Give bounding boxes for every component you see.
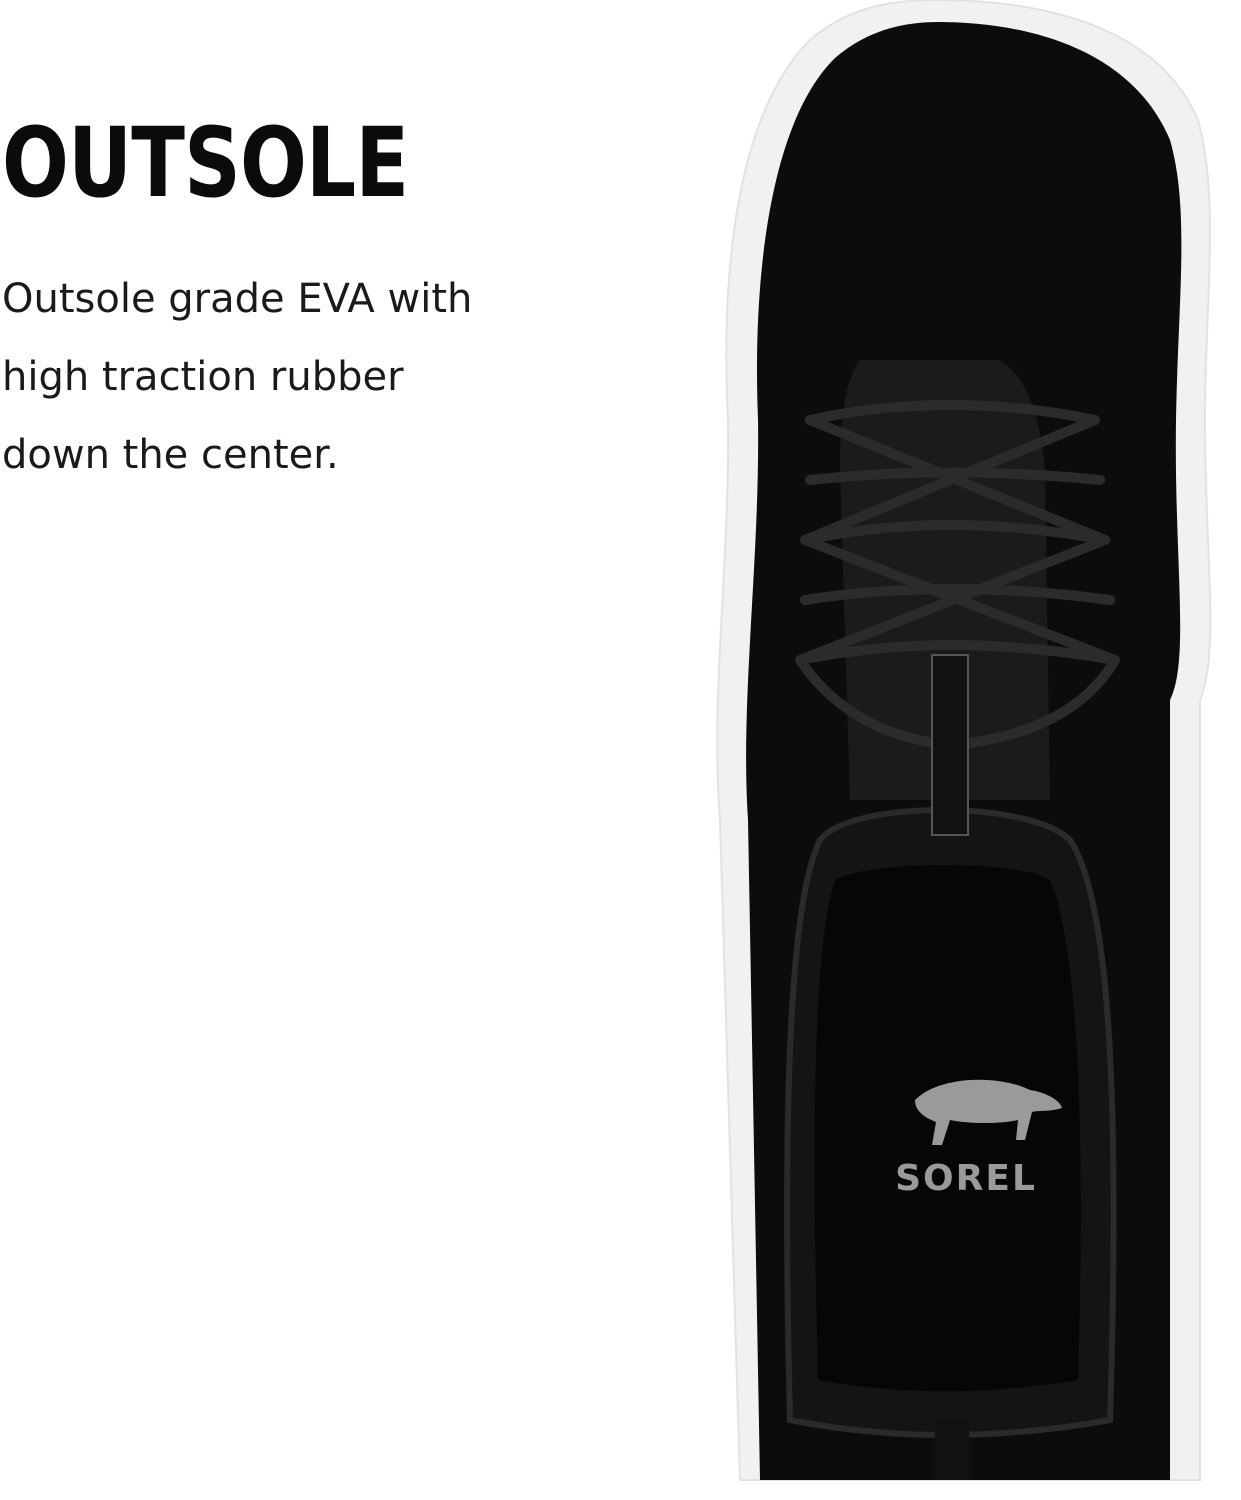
shoe-heel-tab xyxy=(935,1420,969,1480)
shoe-top-view-image: SOREL xyxy=(716,0,1212,1481)
sorel-logo-text: SOREL xyxy=(895,1158,1037,1199)
feature-description-line: Outsole grade EVA with xyxy=(2,276,473,322)
feature-description: Outsole grade EVA with high traction rub… xyxy=(2,260,562,494)
feature-heading: OUTSOLE xyxy=(2,107,409,219)
feature-description-line: high traction rubber xyxy=(2,354,404,400)
shoe-insole xyxy=(814,865,1081,1392)
feature-description-line: down the center. xyxy=(2,432,339,478)
shoe-pull-tab xyxy=(931,654,969,836)
